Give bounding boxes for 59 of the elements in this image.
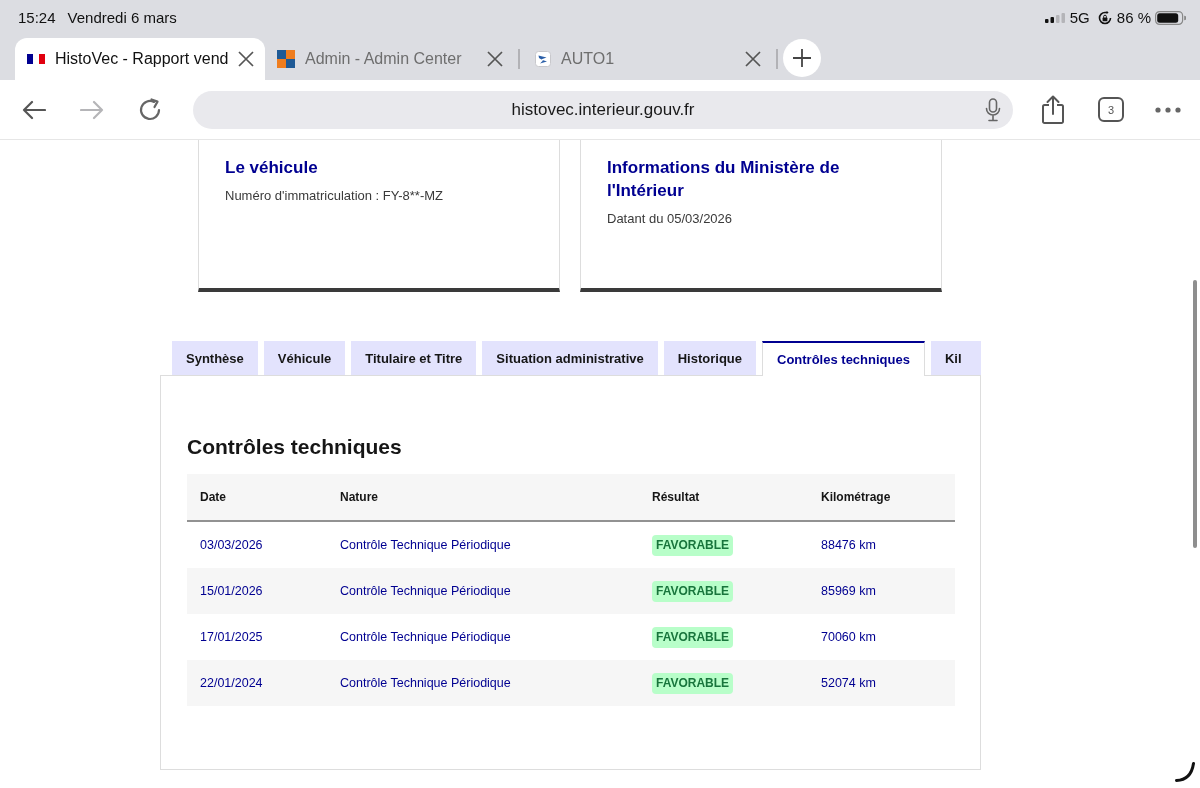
table-cell-text: Contrôle Technique Périodique <box>339 584 512 598</box>
scroll-bar[interactable] <box>1193 280 1197 548</box>
reload-icon[interactable] <box>138 97 162 122</box>
status-badge: FAVORABLE <box>652 672 734 694</box>
card-text: Datant du 05/03/2026 <box>607 210 734 228</box>
rotation-lock-icon <box>1097 10 1112 25</box>
new-tab-button[interactable] <box>783 39 821 77</box>
back-arrow-icon[interactable] <box>22 99 46 120</box>
table-cell-text: 17/01/2025 <box>199 630 264 644</box>
status-badge: FAVORABLE <box>652 580 734 602</box>
more-icon[interactable] <box>1155 106 1181 113</box>
share-icon[interactable] <box>1041 94 1065 125</box>
table-cell-text: Contrôle Technique Périodique <box>339 538 512 552</box>
table-cell-text: 22/01/2024 <box>199 676 264 690</box>
browser-tab[interactable]: Admin - Admin Center <box>265 38 515 80</box>
section-tab[interactable]: Titulaire et Titre <box>351 341 477 375</box>
network-label: 5G <box>1069 9 1090 26</box>
card-title: Informations du Ministère de l'Intérieur <box>607 157 841 202</box>
squares-icon <box>277 50 295 68</box>
clock-time: 15:24 <box>18 9 56 26</box>
signal-icon <box>1044 12 1066 23</box>
plus-icon <box>793 49 811 67</box>
table-cell-text: 03/03/2026 <box>199 538 264 552</box>
section-tab[interactable]: Contrôles techniques <box>762 341 925 376</box>
table-cell-text: 70060 km <box>820 630 877 644</box>
section-heading: Contrôles techniques <box>187 434 403 460</box>
table-cell-text: 52074 km <box>820 676 877 690</box>
flag-icon <box>27 54 45 64</box>
table-cell-text: Contrôle Technique Périodique <box>339 630 512 644</box>
section-tab[interactable]: Situation administrative <box>482 341 658 375</box>
card-text: Numéro d'immatriculation : FY-8**-MZ <box>225 187 444 205</box>
browser-tab[interactable]: HistoVec - Rapport vend <box>15 38 265 80</box>
browser-tab[interactable]: AUTO1 <box>523 38 773 80</box>
status-badge: FAVORABLE <box>652 534 734 556</box>
column-header: Date <box>199 490 227 504</box>
table-cell-text: 85969 km <box>820 584 877 598</box>
column-header: Nature <box>339 490 379 504</box>
battery-percent: 86 % <box>1116 9 1151 26</box>
status-badge: FAVORABLE <box>652 626 734 648</box>
microphone-icon[interactable] <box>985 97 1001 122</box>
close-icon[interactable] <box>745 51 761 67</box>
address-field[interactable]: histovec.interieur.gouv.fr <box>193 90 1013 129</box>
card-title: Le véhicule <box>225 157 319 179</box>
app-logo-icon <box>535 51 551 67</box>
close-icon[interactable] <box>238 51 255 67</box>
date-text: Vendredi 6 mars <box>67 9 177 26</box>
tab-count-button[interactable]: 3 <box>1098 97 1124 122</box>
table-cell-text: 15/01/2026 <box>199 584 264 598</box>
section-tab[interactable]: Véhicule <box>263 341 346 375</box>
section-tab[interactable]: Synthèse <box>172 341 258 375</box>
section-tab[interactable]: Historique <box>663 341 756 375</box>
corner-arc-icon <box>1175 762 1195 782</box>
section-tab[interactable]: Kil <box>930 341 981 375</box>
table-cell-text: 88476 km <box>820 538 877 552</box>
column-header: Résultat <box>651 490 701 504</box>
table-cell-text: Contrôle Technique Périodique <box>339 676 512 690</box>
close-icon[interactable] <box>487 51 503 67</box>
battery-icon <box>1155 10 1186 25</box>
column-header: Kilométrage <box>820 490 892 504</box>
